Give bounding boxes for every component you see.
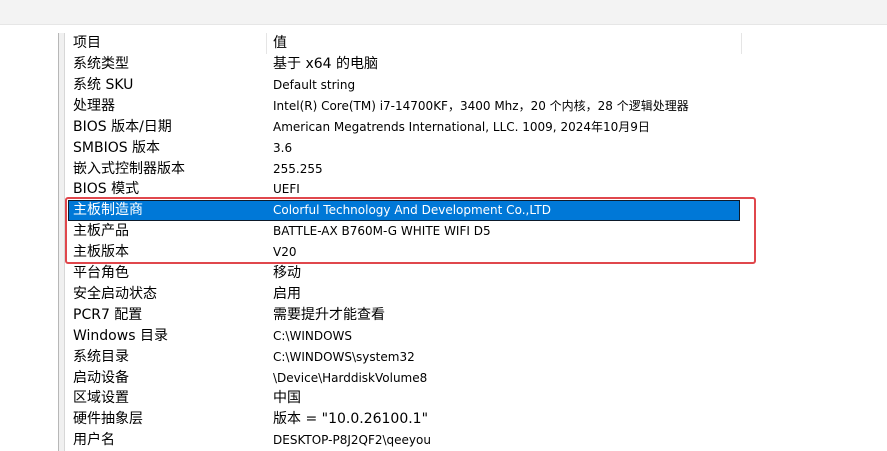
row-value: 需要提升才能查看 — [273, 306, 385, 323]
table-row[interactable]: PCR7 配置 需要提升才能查看 — [65, 305, 887, 326]
table-row[interactable]: 区域设置 中国 — [65, 388, 887, 409]
category-tree-pane[interactable] — [0, 33, 58, 451]
table-header: 项目 值 — [65, 33, 887, 54]
row-item-label: PCR7 配置 — [73, 306, 143, 323]
column-separator[interactable] — [266, 33, 267, 54]
row-value: C:\WINDOWS — [273, 328, 353, 343]
row-value: American Megatrends International, LLC. … — [273, 119, 650, 134]
toolbar-divider — [0, 24, 887, 25]
row-value: C:\WINDOWS\system32 — [273, 349, 415, 364]
row-value: 255.255 — [273, 161, 323, 176]
table-row[interactable]: 系统 SKU Default string — [65, 75, 887, 96]
row-item-label: 系统类型 — [73, 56, 129, 72]
table-row[interactable]: BIOS 版本/日期 American Megatrends Internatio… — [65, 117, 887, 138]
column-header-item[interactable]: 项目 — [73, 33, 263, 54]
row-item-label: BIOS 版本/日期 — [73, 118, 172, 135]
row-item-label: 嵌入式控制器版本 — [73, 160, 185, 177]
row-item-label: 平台角色 — [73, 265, 129, 281]
row-item-label: 系统目录 — [73, 348, 129, 365]
table-row[interactable]: 系统类型 基于 x64 的电脑 — [65, 54, 887, 75]
row-item-label: 系统 SKU — [73, 76, 134, 93]
annotation-highlight-box — [65, 197, 756, 264]
row-value: 移动 — [273, 265, 301, 281]
table-row[interactable]: 用户名 DESKTOP-P8J2QF2\qeeyou — [65, 430, 887, 451]
row-item-label: 区域设置 — [73, 390, 129, 407]
table-row[interactable]: 硬件抽象层 版本 = "10.0.26100.1" — [65, 409, 887, 430]
table-row[interactable]: 启动设备 \Device\HarddiskVolume8 — [65, 368, 887, 389]
toolbar-area — [0, 0, 887, 24]
row-value: 启用 — [273, 285, 301, 302]
row-item-label: Windows 目录 — [73, 327, 168, 344]
row-value: 版本 = "10.0.26100.1" — [273, 411, 429, 428]
row-value: Intel(R) Core(TM) i7-14700KF，3400 Mhz，20… — [273, 98, 689, 113]
row-value: 基于 x64 的电脑 — [273, 56, 378, 72]
row-item-label: 处理器 — [73, 97, 115, 114]
row-item-label: 用户名 — [73, 432, 115, 449]
table-row[interactable]: Windows 目录 C:\WINDOWS — [65, 326, 887, 347]
row-item-label: 安全启动状态 — [73, 285, 157, 302]
row-item-label: SMBIOS 版本 — [73, 139, 161, 156]
table-row[interactable]: 系统目录 C:\WINDOWS\system32 — [65, 347, 887, 368]
row-value: \Device\HarddiskVolume8 — [273, 370, 428, 385]
row-value: 中国 — [273, 390, 301, 407]
table-row[interactable]: SMBIOS 版本 3.6 — [65, 138, 887, 159]
pane-splitter[interactable] — [58, 33, 65, 451]
table-row[interactable]: 处理器 Intel(R) Core(TM) i7-14700KF，3400 Mhz… — [65, 96, 887, 117]
column-separator[interactable] — [741, 33, 742, 54]
row-value: DESKTOP-P8J2QF2\qeeyou — [273, 433, 431, 448]
table-row[interactable]: 平台角色 移动 — [65, 263, 887, 284]
row-value: 3.6 — [273, 140, 293, 155]
row-value: Default string — [273, 77, 356, 92]
row-item-label: 启动设备 — [73, 369, 129, 386]
row-item-label: 硬件抽象层 — [73, 411, 143, 428]
table-row[interactable]: 嵌入式控制器版本 255.255 — [65, 159, 887, 180]
table-row[interactable]: 安全启动状态 启用 — [65, 284, 887, 305]
column-header-value[interactable]: 值 — [273, 33, 853, 54]
